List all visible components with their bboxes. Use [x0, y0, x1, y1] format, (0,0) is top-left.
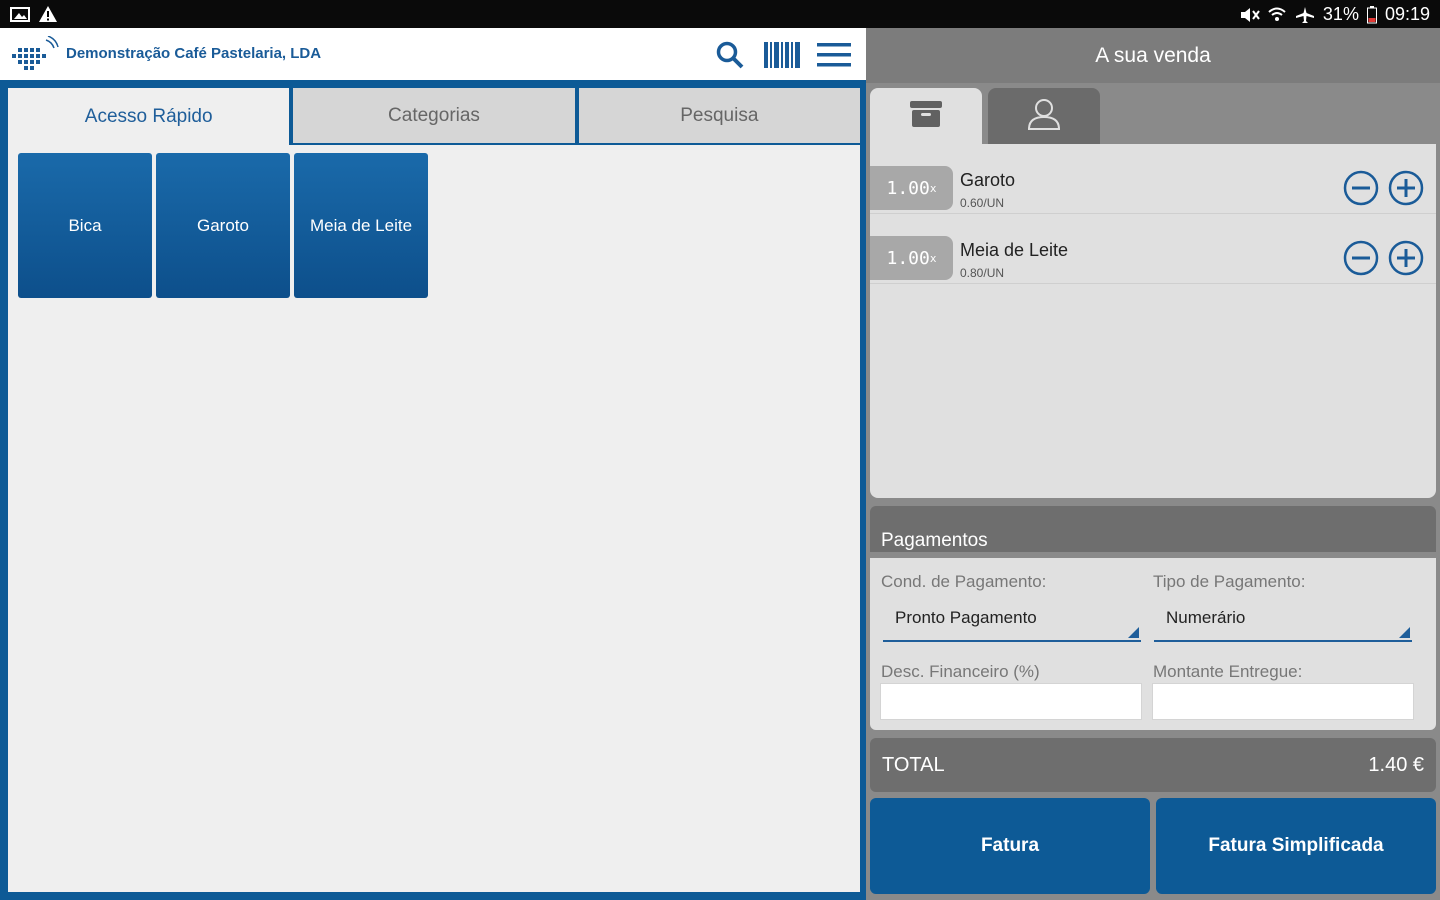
- tab-customer[interactable]: [988, 88, 1100, 144]
- payment-type-label: Tipo de Pagamento:: [1153, 572, 1306, 591]
- sale-item-row: 1.00 x Meia de Leite 0.80/UN: [870, 214, 1436, 284]
- fatura-button[interactable]: Fatura: [870, 798, 1150, 894]
- app-bar: Demonstração Café Pastelaria, LDA: [0, 28, 866, 83]
- item-unit-price: 0.80/UN: [960, 266, 1005, 280]
- tab-acesso-rapido[interactable]: Acesso Rápido: [8, 88, 292, 145]
- product-tabs: Acesso Rápido Categorias Pesquisa: [8, 88, 860, 145]
- tab-pesquisa[interactable]: Pesquisa: [576, 88, 860, 145]
- archive-box-icon: [908, 99, 944, 134]
- battery-percentage: 31%: [1322, 4, 1359, 24]
- financial-discount-label: Desc. Financeiro (%): [881, 662, 1040, 681]
- product-tile-bica[interactable]: Bica: [18, 153, 152, 298]
- quick-access-grid: Bica Garoto Meia de Leite: [8, 145, 860, 305]
- tab-categorias[interactable]: Categorias: [291, 88, 577, 145]
- battery-icon: [1366, 5, 1377, 24]
- airplane-mode-icon: [1295, 6, 1315, 24]
- product-panel: Acesso Rápido Categorias Pesquisa Bica G…: [6, 86, 862, 894]
- status-bar: 31% 09:19: [0, 0, 1440, 28]
- dropdown-corner-icon: [1399, 627, 1410, 638]
- tab-sale-items[interactable]: [870, 88, 982, 144]
- item-quantity[interactable]: 1.00 x: [870, 166, 953, 210]
- increase-quantity-icon[interactable]: [1388, 170, 1424, 206]
- payment-type-select[interactable]: Numerário: [1154, 602, 1412, 642]
- fatura-simplificada-button[interactable]: Fatura Simplificada: [1156, 798, 1436, 894]
- barcode-icon[interactable]: [764, 38, 800, 72]
- payments-header: Pagamentos: [870, 506, 1436, 552]
- total-label: TOTAL: [882, 753, 945, 776]
- payments-form: Cond. de Pagamento: Pronto Pagamento Tip…: [870, 558, 1436, 730]
- sale-title: A sua venda: [866, 28, 1440, 83]
- item-quantity[interactable]: 1.00 x: [870, 236, 953, 280]
- amount-delivered-label: Montante Entregue:: [1153, 662, 1303, 681]
- payment-type-value: Numerário: [1166, 608, 1246, 627]
- payment-condition-value: Pronto Pagamento: [895, 608, 1037, 627]
- sale-items-list: 1.00 x Garoto 0.60/UN 1.00 x Meia de Leite…: [870, 144, 1436, 498]
- user-icon: [1026, 97, 1062, 136]
- dropdown-corner-icon: [1128, 627, 1139, 638]
- item-name: Garoto: [960, 170, 1016, 190]
- item-name: Meia de Leite: [960, 240, 1069, 260]
- item-unit-price: 0.60/UN: [960, 196, 1005, 210]
- clock: 09:19: [1384, 4, 1430, 24]
- quantity-value: 1.00: [886, 247, 930, 269]
- total-value: 1.40 €: [1368, 753, 1424, 776]
- payments-title: Pagamentos: [881, 530, 988, 551]
- payment-condition-label: Cond. de Pagamento:: [881, 572, 1047, 591]
- search-icon[interactable]: [712, 38, 748, 72]
- product-tile-garoto[interactable]: Garoto: [156, 153, 290, 298]
- quantity-unit: x: [929, 251, 937, 265]
- payment-condition-select[interactable]: Pronto Pagamento: [883, 602, 1141, 642]
- decrease-quantity-icon[interactable]: [1343, 240, 1379, 276]
- company-name: Demonstração Café Pastelaria, LDA: [66, 45, 322, 62]
- company-logo: [8, 35, 60, 76]
- financial-discount-input[interactable]: [880, 683, 1142, 720]
- warning-icon: [38, 5, 58, 23]
- quantity-value: 1.00: [886, 177, 930, 199]
- increase-quantity-icon[interactable]: [1388, 240, 1424, 276]
- image-notification-icon: [10, 5, 30, 23]
- mute-icon: [1239, 6, 1260, 24]
- decrease-quantity-icon[interactable]: [1343, 170, 1379, 206]
- menu-icon[interactable]: [816, 38, 852, 72]
- sale-tabs: [870, 88, 1436, 144]
- quantity-unit: x: [929, 181, 937, 195]
- product-tile-meia-de-leite[interactable]: Meia de Leite: [294, 153, 428, 298]
- total-bar: TOTAL 1.40 €: [870, 738, 1436, 792]
- amount-delivered-input[interactable]: [1152, 683, 1414, 720]
- sale-item-row: 1.00 x Garoto 0.60/UN: [870, 144, 1436, 214]
- wifi-icon: [1267, 6, 1287, 24]
